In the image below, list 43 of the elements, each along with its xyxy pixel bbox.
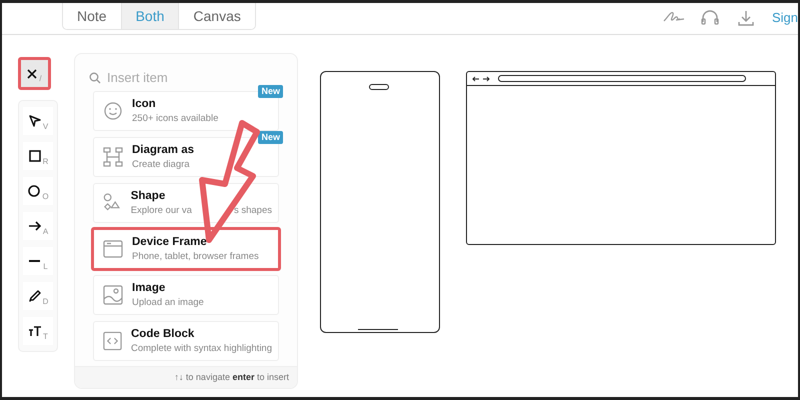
item-title: Diagram as (132, 144, 194, 156)
item-description: Explore our va (130, 205, 192, 216)
item-description: Phone, tablet, browser frames (132, 251, 259, 262)
code-icon (102, 330, 123, 352)
item-title: Code Block (131, 328, 196, 340)
insert-item[interactable]: Device Frame Phone, tablet, browser frames (91, 227, 281, 271)
shortcut-label: A (42, 227, 48, 236)
insert-item[interactable]: Shape Explore our va s shapes (93, 183, 279, 223)
browser-window-icon (102, 238, 124, 260)
insert-item[interactable]: Code Block Complete with syntax highlighting (93, 321, 279, 361)
view-tab[interactable]: Note (63, 3, 122, 29)
text-size-icon[interactable] (28, 324, 42, 338)
item-description: Create diagra (132, 159, 190, 170)
circle-icon[interactable] (27, 184, 42, 198)
new-badge: New (258, 131, 283, 144)
pencil-icon[interactable] (28, 289, 42, 303)
square-icon[interactable] (28, 149, 42, 163)
item-title: Device Frame (132, 236, 208, 248)
shortcut-label: T (43, 332, 48, 341)
shortcut-label: R (42, 157, 48, 166)
new-badge: New (258, 85, 283, 98)
item-description: Upload an image (132, 297, 204, 308)
image-icon (102, 284, 124, 306)
insert-item[interactable]: Image Upload an image (93, 275, 279, 315)
diagram-icon (102, 146, 124, 168)
search-icon (89, 72, 101, 84)
keyboard-hint: ↑↓ to navigate enter to insert (75, 366, 297, 388)
smiley-icon (102, 100, 124, 122)
item-description: 250+ icons available (132, 113, 218, 124)
item-description: s shapes (234, 205, 272, 216)
pointer-icon[interactable] (28, 114, 42, 128)
close-icon (27, 68, 38, 78)
shortcut-label: V (42, 122, 48, 131)
shortcut-label: O (42, 192, 49, 201)
item-title: Icon (132, 98, 157, 110)
nav-arrows-icon (472, 76, 490, 82)
search-field[interactable]: Insert item (107, 70, 257, 85)
item-description: Complete with syntax highlighting (131, 343, 272, 354)
item-title: Image (132, 282, 166, 294)
item-title: Shape (130, 190, 166, 202)
shortcut-label: L (43, 262, 48, 271)
shortcut-label: D (42, 297, 48, 306)
arrow-icon[interactable] (28, 219, 42, 233)
